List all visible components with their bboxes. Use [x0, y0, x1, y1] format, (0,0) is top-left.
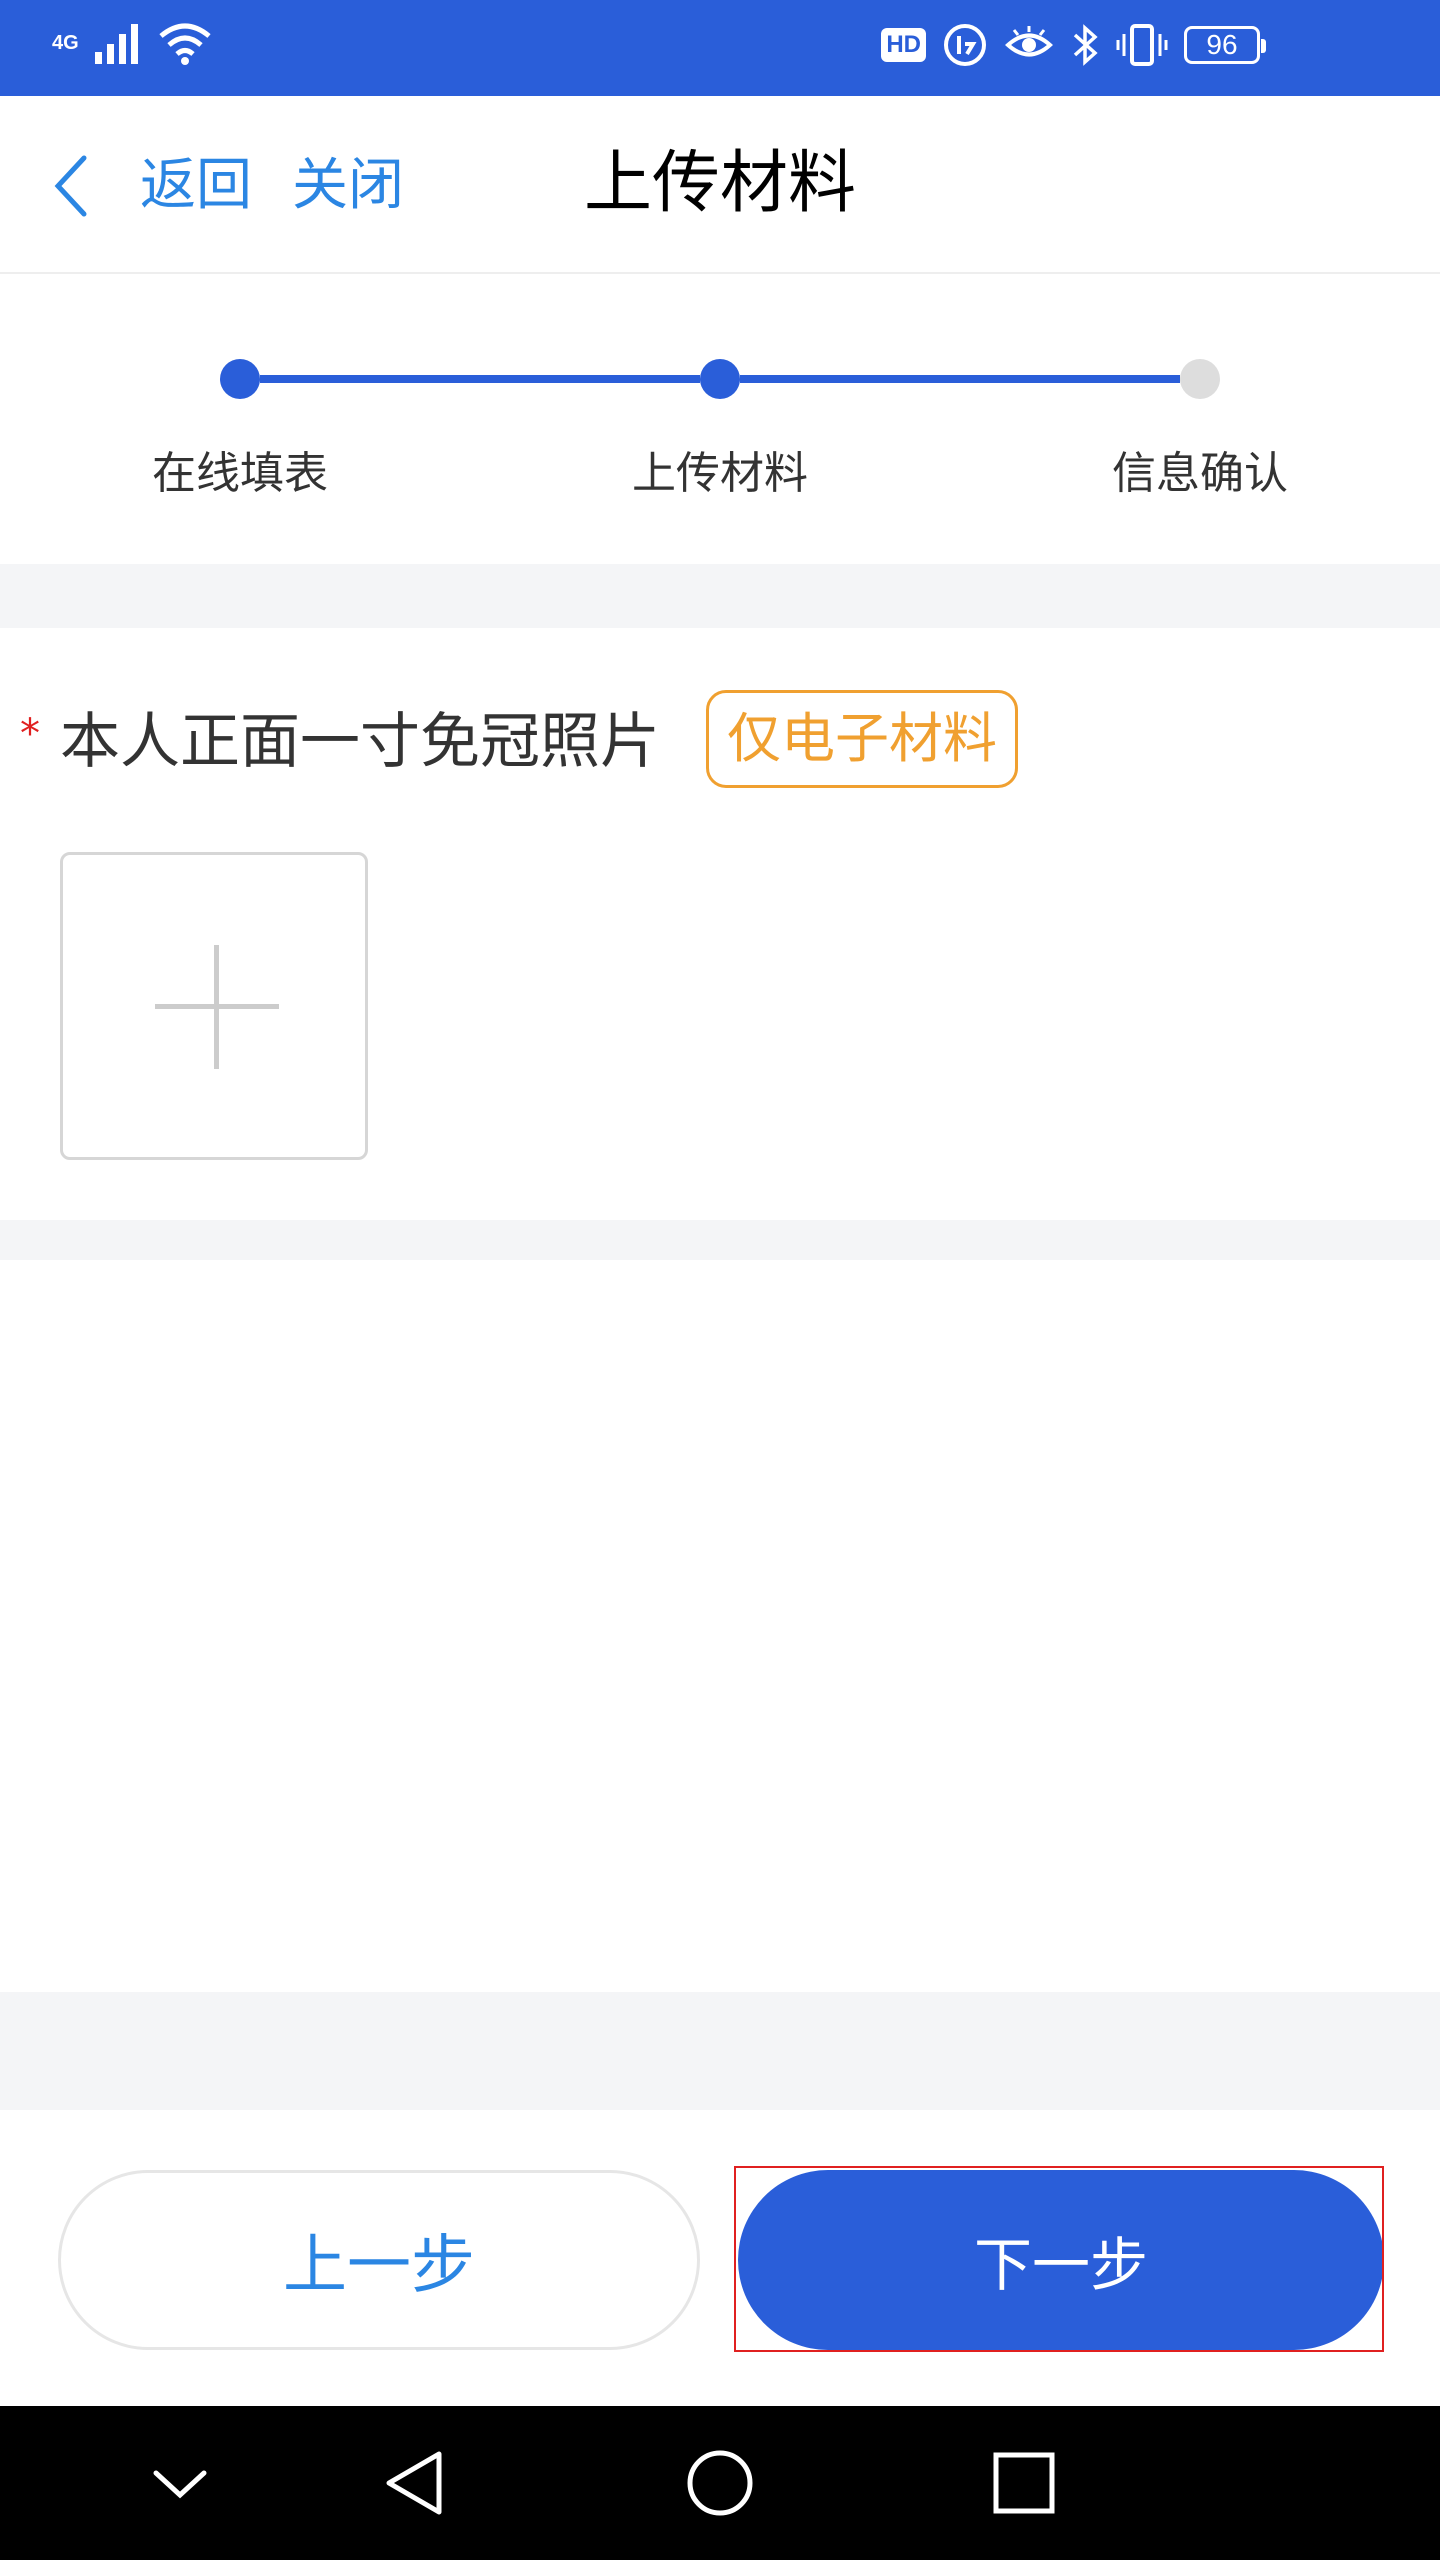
step-connector-2	[740, 375, 1180, 383]
back-chevron-icon[interactable]	[50, 154, 90, 218]
step-label-fill-online: 在线填表	[152, 448, 328, 499]
step-label-confirm: 信息确认	[1112, 448, 1288, 499]
system-nav-bar	[0, 2406, 1440, 2560]
network-type: 4G	[52, 32, 79, 54]
step-dot-fill-online	[220, 359, 260, 399]
home-circle-icon	[687, 2450, 753, 2516]
data-saver-icon	[944, 24, 986, 66]
back-button[interactable]: 返回	[140, 148, 252, 224]
battery-level: 96	[1206, 29, 1238, 60]
status-bar: 4G HD 96	[0, 0, 1440, 96]
electronic-only-tag: 仅电子材料	[706, 690, 1018, 788]
photo-field-label: 本人正面一寸免冠照片	[60, 707, 660, 777]
required-mark: *	[20, 711, 40, 757]
vibrate-icon	[1116, 24, 1168, 66]
step-dot-upload	[700, 359, 740, 399]
header-bar: 返回 关闭 上传材料	[0, 96, 1440, 274]
chevron-down-icon	[153, 2470, 207, 2499]
footer-actions: 上一步 下一步	[0, 2110, 1440, 2406]
step-dot-confirm	[1180, 359, 1220, 399]
hd-icon: HD	[881, 28, 926, 62]
back-triangle-icon	[386, 2451, 442, 2515]
step-connector-1	[260, 375, 700, 383]
footer-top-band	[0, 1992, 1440, 2110]
signal-icon	[94, 24, 138, 64]
bluetooth-icon	[1073, 24, 1098, 66]
step-label-upload: 上传材料	[632, 448, 808, 499]
plus-icon-vertical	[214, 945, 219, 1069]
upload-section: * 本人正面一寸免冠照片 仅电子材料	[0, 628, 1440, 1220]
nav-home-button[interactable]	[660, 2406, 780, 2560]
nav-recents-button[interactable]	[964, 2406, 1084, 2560]
recents-square-icon	[993, 2452, 1055, 2514]
status-right: HD 96	[881, 22, 1266, 68]
battery-icon: 96	[1184, 26, 1266, 64]
nav-back-button[interactable]	[354, 2406, 474, 2560]
status-left: 4G	[52, 20, 213, 66]
close-button[interactable]: 关闭	[292, 148, 404, 224]
step-progress: 在线填表 上传材料 信息确认	[0, 276, 1440, 564]
prev-step-button[interactable]: 上一步	[58, 2170, 700, 2350]
eye-comfort-icon	[1005, 26, 1053, 57]
section-divider	[0, 564, 1440, 628]
wifi-icon	[159, 23, 211, 65]
add-photo-button[interactable]	[60, 852, 368, 1160]
page-title: 上传材料	[583, 144, 856, 223]
section-divider-bottom	[0, 1220, 1440, 1260]
next-step-button[interactable]: 下一步	[738, 2170, 1384, 2350]
nav-hide-button[interactable]	[120, 2406, 240, 2560]
